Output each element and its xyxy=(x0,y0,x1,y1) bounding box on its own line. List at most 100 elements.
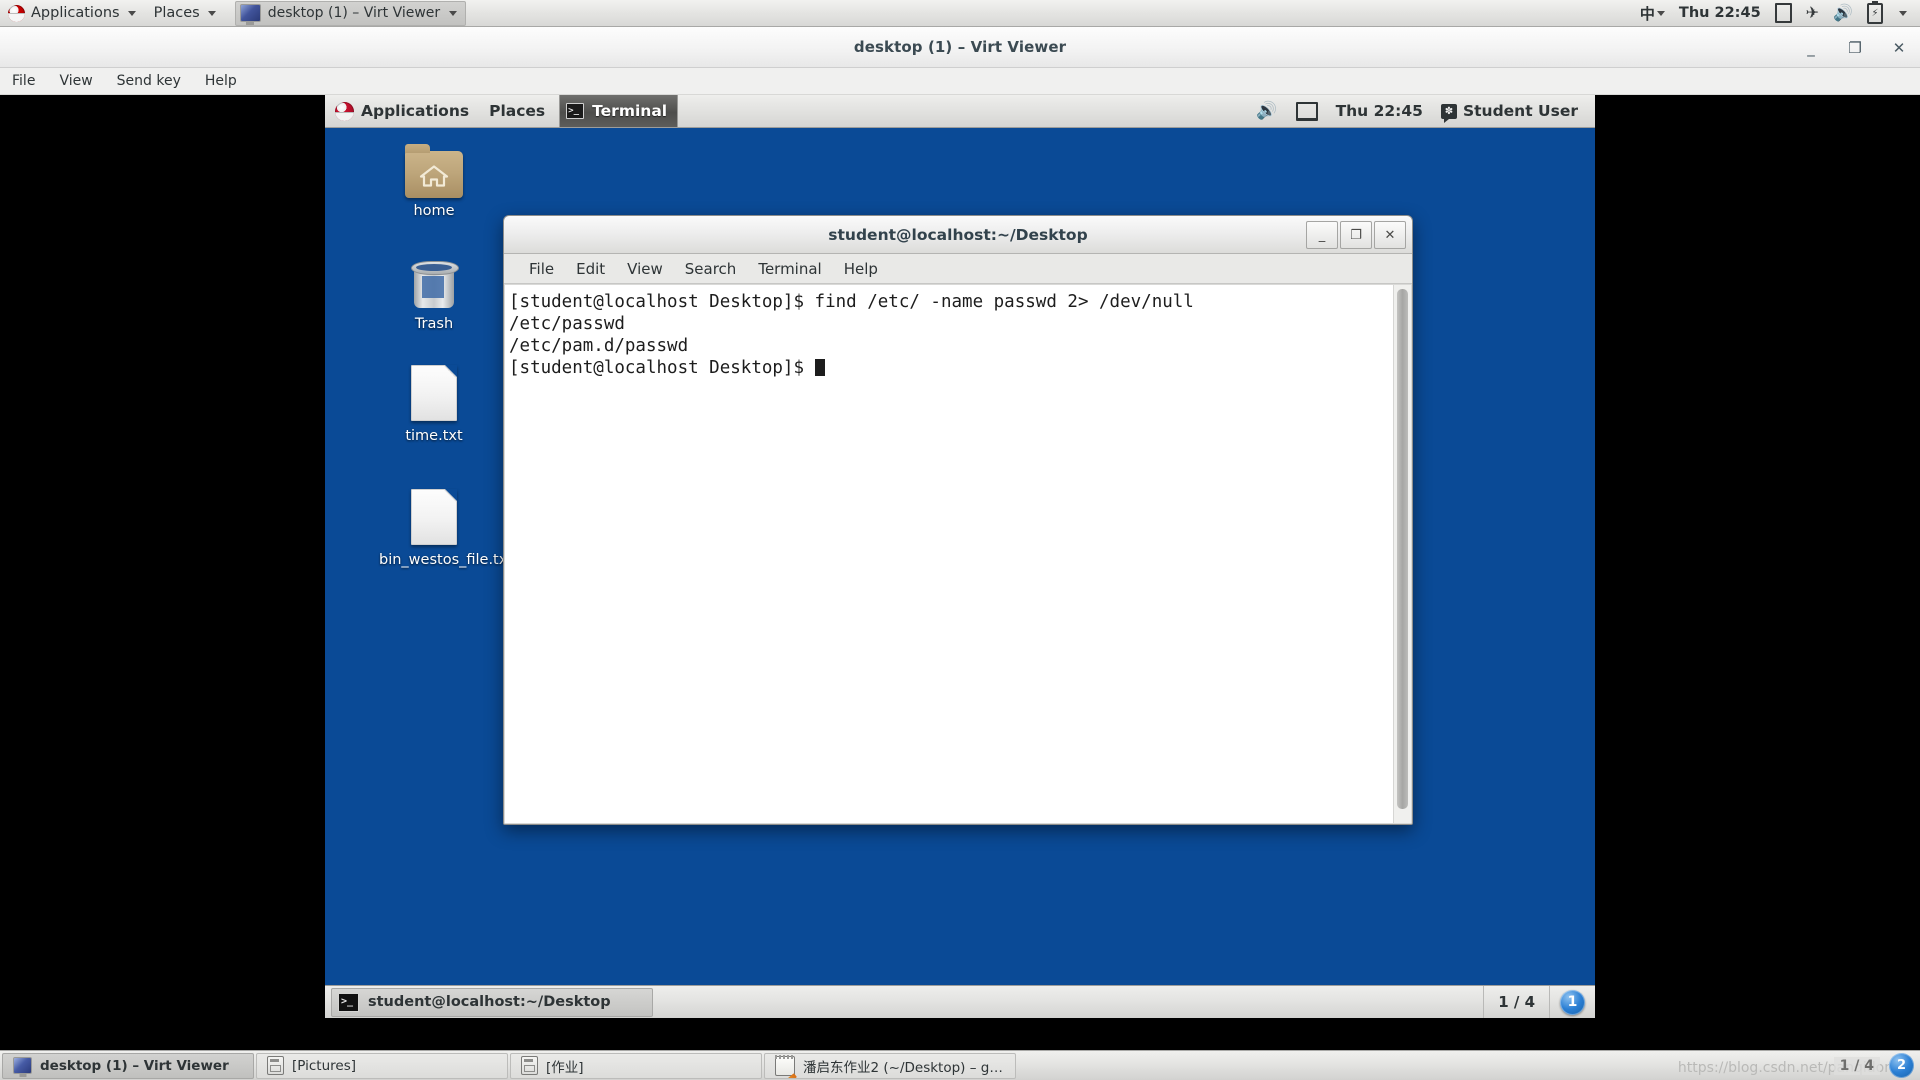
vm-window-list-terminal-label: Terminal xyxy=(592,102,668,120)
host-window-menu-label: desktop (1) – Virt Viewer xyxy=(267,5,441,21)
terminal-menu-view[interactable]: View xyxy=(616,254,674,284)
vm-taskbar-item-terminal-label: student@localhost:~/Desktop xyxy=(368,994,611,1010)
vm-display-area: Applications Places >_ Terminal 🔊 Thu 22… xyxy=(325,95,1595,1018)
desktop-icon-home[interactable]: home xyxy=(379,144,489,219)
vm-places-menu[interactable]: Places xyxy=(479,95,555,127)
desktop-icon-home-label: home xyxy=(413,203,455,219)
note-indicator[interactable] xyxy=(1768,0,1799,27)
host-applications-menu[interactable]: Applications xyxy=(0,0,145,27)
vm-places-label: Places xyxy=(489,102,546,120)
vm-taskbar-item-terminal[interactable]: >_ student@localhost:~/Desktop xyxy=(331,987,653,1017)
terminal-menu-file[interactable]: File xyxy=(518,254,565,284)
terminal-window-controls: _ ❐ ✕ xyxy=(1306,221,1406,249)
ime-indicator[interactable]: 中 xyxy=(1633,0,1672,27)
ime-label: 中 xyxy=(1639,4,1655,23)
taskbar-item-virt-viewer[interactable]: desktop (1) – Virt Viewer xyxy=(2,1052,254,1079)
file-manager-icon xyxy=(267,1056,284,1075)
virt-viewer-icon xyxy=(13,1057,32,1074)
host-applications-label: Applications xyxy=(31,5,120,21)
tray-menu-toggle[interactable] xyxy=(1890,0,1914,27)
terminal-line: /etc/passwd xyxy=(509,314,625,334)
redhat-icon xyxy=(8,4,25,22)
menu-file[interactable]: File xyxy=(0,68,47,95)
battery-indicator[interactable]: ⚡ xyxy=(1860,0,1890,27)
terminal-maximize-button[interactable]: ❐ xyxy=(1340,221,1372,249)
host-clock-label: Thu 22:45 xyxy=(1678,5,1761,21)
terminal-menubar: File Edit View Search Terminal Help xyxy=(504,254,1412,284)
host-places-label: Places xyxy=(153,5,200,21)
host-window-menu-button[interactable]: desktop (1) – Virt Viewer xyxy=(234,0,467,26)
menu-help[interactable]: Help xyxy=(193,68,249,95)
desktop-icon-time-txt-label: time.txt xyxy=(405,428,463,444)
terminal-prompt: [student@localhost Desktop]$ xyxy=(509,358,815,378)
terminal-close-button[interactable]: ✕ xyxy=(1374,221,1406,249)
vm-applications-menu[interactable]: Applications xyxy=(325,95,479,127)
text-document-icon xyxy=(411,365,457,421)
overlay-workspace-badge[interactable]: 2 xyxy=(1889,1053,1914,1078)
vm-top-panel: Applications Places >_ Terminal 🔊 Thu 22… xyxy=(325,95,1595,128)
terminal-output[interactable]: [student@localhost Desktop]$ find /etc/ … xyxy=(505,285,1393,823)
menu-view[interactable]: View xyxy=(47,68,104,95)
vm-network-indicator[interactable] xyxy=(1287,95,1327,127)
terminal-icon: >_ xyxy=(566,103,585,119)
taskbar-item-virt-viewer-label: desktop (1) – Virt Viewer xyxy=(40,1057,229,1074)
terminal-icon: >_ xyxy=(338,992,359,1012)
workspace-counter: 1 / 4 xyxy=(1483,985,1550,1018)
airplane-indicator[interactable]: ✈ xyxy=(1799,0,1826,27)
maximize-button[interactable]: ❐ xyxy=(1846,39,1864,57)
overlay-workspace-counter: 1 / 4 xyxy=(1833,1057,1880,1075)
vm-clock-label: Thu 22:45 xyxy=(1335,102,1423,120)
host-places-menu[interactable]: Places xyxy=(145,0,225,27)
terminal-window[interactable]: student@localhost:~/Desktop _ ❐ ✕ File E… xyxy=(503,215,1413,825)
volume-indicator[interactable]: 🔊 xyxy=(1826,0,1860,27)
taskbar-item-pictures[interactable]: [Pictures] xyxy=(256,1052,508,1079)
terminal-prompt-line: [student@localhost Desktop]$ xyxy=(509,357,1393,379)
chevron-down-icon xyxy=(1656,10,1665,16)
vm-user-label: Student User xyxy=(1462,102,1578,120)
virt-viewer-window-controls: _ ❐ ✕ xyxy=(1802,27,1908,68)
terminal-body[interactable]: [student@localhost Desktop]$ find /etc/ … xyxy=(505,285,1411,823)
terminal-menu-terminal[interactable]: Terminal xyxy=(747,254,832,284)
taskbar-item-gedit[interactable]: 潘启东作业2 (~/Desktop) – gedit xyxy=(764,1052,1016,1079)
menu-send-key[interactable]: Send key xyxy=(105,68,193,95)
vm-window-list-terminal[interactable]: >_ Terminal xyxy=(559,95,679,127)
desktop-icon-trash-label: Trash xyxy=(414,316,454,332)
desktop-icon-time-txt[interactable]: time.txt xyxy=(379,365,489,444)
taskbar-item-homework-folder-label: [作业] xyxy=(546,1059,584,1076)
chevron-down-icon xyxy=(1899,10,1907,16)
vm-clock[interactable]: Thu 22:45 xyxy=(1327,95,1432,127)
desktop-icon-trash[interactable]: Trash xyxy=(379,258,489,332)
terminal-cursor xyxy=(814,359,825,376)
trash-icon xyxy=(411,258,459,308)
desktop-icon-bin-westos-file[interactable]: bin_westos_file.tx xyxy=(379,489,507,568)
chevron-down-icon xyxy=(449,10,458,16)
terminal-menu-edit[interactable]: Edit xyxy=(565,254,616,284)
workspace-badge[interactable]: 1 xyxy=(1560,989,1585,1015)
vm-tray: 🔊 Thu 22:45 ✽ Student User xyxy=(1247,95,1595,127)
vm-volume-indicator[interactable]: 🔊 xyxy=(1247,95,1286,127)
terminal-scrollbar-thumb[interactable] xyxy=(1397,289,1408,809)
chevron-down-icon xyxy=(127,10,136,16)
screen-root: Applications Places desktop (1) – Virt V… xyxy=(0,0,1920,1080)
chevron-down-icon xyxy=(207,10,216,16)
terminal-scrollbar[interactable] xyxy=(1393,285,1411,823)
airplane-icon: ✈ xyxy=(1805,3,1820,22)
terminal-menu-search[interactable]: Search xyxy=(674,254,748,284)
close-button[interactable]: ✕ xyxy=(1890,39,1908,57)
network-icon xyxy=(1295,101,1318,121)
minimize-button[interactable]: _ xyxy=(1802,39,1820,57)
terminal-minimize-button[interactable]: _ xyxy=(1306,221,1338,249)
taskbar-item-homework-folder[interactable]: [作业] xyxy=(510,1052,762,1079)
terminal-menu-help[interactable]: Help xyxy=(833,254,889,284)
terminal-line: /etc/pam.d/passwd xyxy=(509,336,689,356)
host-taskbar: desktop (1) – Virt Viewer [Pictures] [作业… xyxy=(0,1050,1920,1080)
virt-viewer-title: desktop (1) – Virt Viewer xyxy=(853,38,1067,56)
terminal-titlebar[interactable]: student@localhost:~/Desktop _ ❐ ✕ xyxy=(504,216,1412,254)
home-folder-icon xyxy=(405,144,463,198)
vm-user-menu[interactable]: ✽ Student User xyxy=(1432,95,1587,127)
vm-bottom-panel: >_ student@localhost:~/Desktop 1 / 4 1 xyxy=(325,985,1595,1018)
host-clock[interactable]: Thu 22:45 xyxy=(1672,0,1768,27)
virt-viewer-titlebar: desktop (1) – Virt Viewer _ ❐ ✕ xyxy=(0,27,1920,68)
virt-viewer-menubar: File View Send key Help xyxy=(0,68,1920,95)
redhat-icon xyxy=(335,101,354,121)
